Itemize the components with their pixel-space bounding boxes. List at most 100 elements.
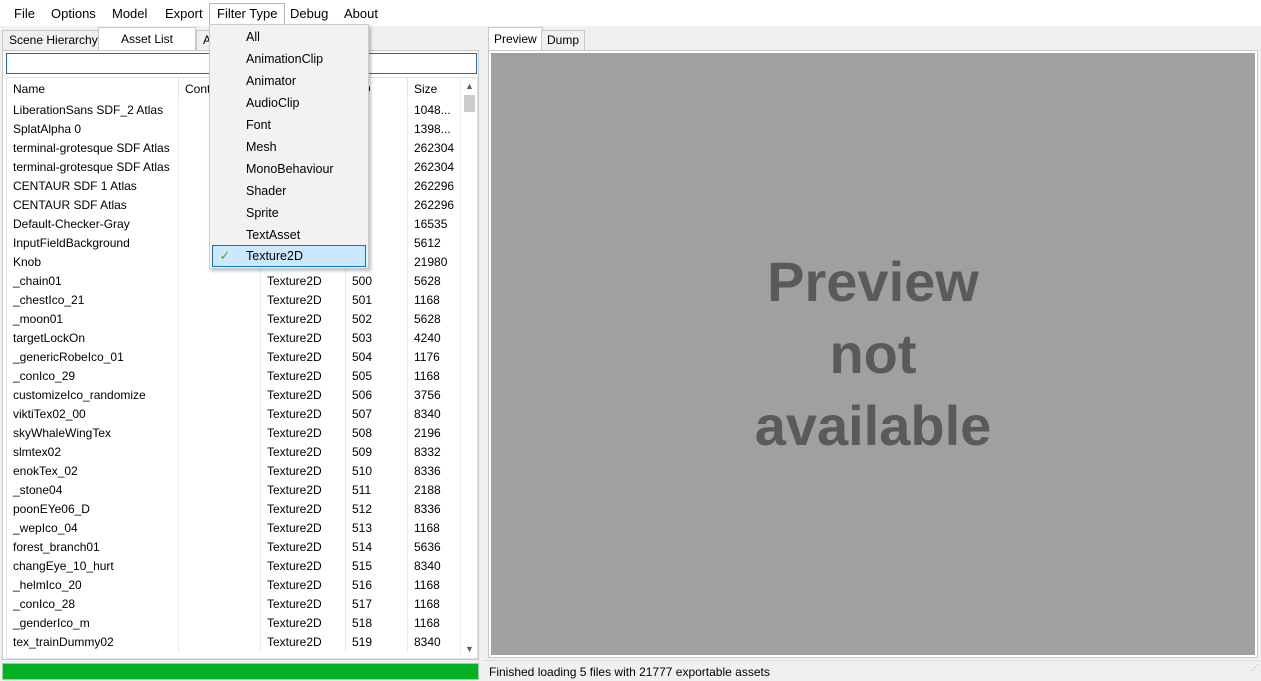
cell-name: viktiTex02_00 xyxy=(7,405,179,424)
filter-menu-item-sprite[interactable]: Sprite xyxy=(212,202,366,224)
cell-container xyxy=(179,310,261,329)
cell-name: _conIco_29 xyxy=(7,367,179,386)
cell-type: Texture2D xyxy=(261,443,346,462)
cell-name: _moon01 xyxy=(7,310,179,329)
cell-name: forest_branch01 xyxy=(7,538,179,557)
table-row[interactable]: _wepIco_04 Texture2D 513 1168 xyxy=(7,519,462,538)
cell-name: CENTAUR SDF 1 Atlas xyxy=(7,177,179,196)
vertical-scrollbar[interactable]: ▲ ▼ xyxy=(460,78,477,658)
menu-file[interactable]: File xyxy=(7,3,42,24)
scrollbar-thumb[interactable] xyxy=(464,95,475,112)
cell-type: Texture2D xyxy=(261,500,346,519)
tab-dump[interactable]: Dump xyxy=(541,30,586,50)
menu-filter-type[interactable]: Filter Type xyxy=(209,3,286,24)
table-row[interactable]: enokTex_02 Texture2D 510 8336 xyxy=(7,462,462,481)
cell-container xyxy=(179,367,261,386)
cell-name: _genderIco_m xyxy=(7,614,179,633)
cell-container xyxy=(179,519,261,538)
menu-about[interactable]: About xyxy=(337,3,385,24)
cell-size: 8332 xyxy=(408,443,462,462)
menu-options[interactable]: Options xyxy=(44,3,103,24)
resize-grip-icon[interactable]: ⋰ xyxy=(1251,657,1259,679)
table-row[interactable]: _stone04 Texture2D 511 2188 xyxy=(7,481,462,500)
cell-size: 1168 xyxy=(408,576,462,595)
cell-size: 5636 xyxy=(408,538,462,557)
filter-menu-item-animator[interactable]: Animator xyxy=(212,70,366,92)
cell-size: 3756 xyxy=(408,386,462,405)
filter-menu-item-animationclip[interactable]: AnimationClip xyxy=(212,48,366,70)
table-row[interactable]: _helmIco_20 Texture2D 516 1168 xyxy=(7,576,462,595)
filter-menu-item-label: Sprite xyxy=(246,206,279,220)
cell-type: Texture2D xyxy=(261,386,346,405)
table-row[interactable]: slmtex02 Texture2D 509 8332 xyxy=(7,443,462,462)
cell-pathid: 518 xyxy=(346,614,408,633)
cell-size: 2188 xyxy=(408,481,462,500)
cell-pathid: 506 xyxy=(346,386,408,405)
cell-container xyxy=(179,614,261,633)
scroll-up-icon[interactable]: ▲ xyxy=(461,78,477,95)
cell-pathid: 510 xyxy=(346,462,408,481)
table-row[interactable]: _conIco_29 Texture2D 505 1168 xyxy=(7,367,462,386)
right-panel: Preview Dump Preview not available xyxy=(483,27,1261,660)
cell-name: SplatAlpha 0 xyxy=(7,120,179,139)
cell-size: 8340 xyxy=(408,633,462,652)
cell-name: _wepIco_04 xyxy=(7,519,179,538)
cell-size: 1168 xyxy=(408,614,462,633)
table-row[interactable]: customizeIco_randomize Texture2D 506 3756 xyxy=(7,386,462,405)
cell-container xyxy=(179,557,261,576)
column-header-size[interactable]: Size xyxy=(408,78,462,100)
menu-export[interactable]: Export xyxy=(158,3,210,24)
table-row[interactable]: _chain01 Texture2D 500 5628 xyxy=(7,272,462,291)
cell-name: _stone04 xyxy=(7,481,179,500)
table-row[interactable]: _moon01 Texture2D 502 5628 xyxy=(7,310,462,329)
table-row[interactable]: poonEYe06_D Texture2D 512 8336 xyxy=(7,500,462,519)
cell-size: 21980 xyxy=(408,253,462,272)
column-header-name[interactable]: Name xyxy=(7,78,179,100)
filter-menu-item-audioclip[interactable]: AudioClip xyxy=(212,92,366,114)
menu-model[interactable]: Model xyxy=(105,3,154,24)
filter-menu-item-texture2d[interactable]: ✓ Texture2D xyxy=(212,245,366,267)
filter-menu-item-monobehaviour[interactable]: MonoBehaviour xyxy=(212,158,366,180)
cell-type: Texture2D xyxy=(261,424,346,443)
table-row[interactable]: targetLockOn Texture2D 503 4240 xyxy=(7,329,462,348)
cell-type: Texture2D xyxy=(261,272,346,291)
table-row[interactable]: forest_branch01 Texture2D 514 5636 xyxy=(7,538,462,557)
cell-pathid: 509 xyxy=(346,443,408,462)
table-row[interactable]: _conIco_28 Texture2D 517 1168 xyxy=(7,595,462,614)
filter-menu-item-textasset[interactable]: TextAsset xyxy=(212,224,366,246)
scroll-down-icon[interactable]: ▼ xyxy=(461,641,477,658)
cell-pathid: 512 xyxy=(346,500,408,519)
filter-menu-item-mesh[interactable]: Mesh xyxy=(212,136,366,158)
cell-size: 1168 xyxy=(408,367,462,386)
cell-name: _chestIco_21 xyxy=(7,291,179,310)
tab-preview[interactable]: Preview xyxy=(488,27,543,50)
tab-asset-classes[interactable]: A xyxy=(196,30,211,50)
cell-container xyxy=(179,481,261,500)
cell-size: 8336 xyxy=(408,462,462,481)
table-row[interactable]: _genericRobeIco_01 Texture2D 504 1176 xyxy=(7,348,462,367)
preview-unavailable-message: Preview not available xyxy=(723,246,1023,462)
filter-menu-item-label: AudioClip xyxy=(246,96,300,110)
tab-scene-hierarchy[interactable]: Scene Hierarchy xyxy=(2,30,105,50)
cell-pathid: 502 xyxy=(346,310,408,329)
cell-size: 5612 xyxy=(408,234,462,253)
table-row[interactable]: _chestIco_21 Texture2D 501 1168 xyxy=(7,291,462,310)
filter-menu-item-shader[interactable]: Shader xyxy=(212,180,366,202)
cell-container xyxy=(179,462,261,481)
filter-menu-item-all[interactable]: All xyxy=(212,26,366,48)
cell-size: 262304 xyxy=(408,158,462,177)
cell-name: changEye_10_hurt xyxy=(7,557,179,576)
tab-asset-list[interactable]: Asset List xyxy=(98,27,196,50)
menu-debug[interactable]: Debug xyxy=(283,3,335,24)
table-row[interactable]: tex_trainDummy02 Texture2D 519 8340 xyxy=(7,633,462,652)
table-row[interactable]: skyWhaleWingTex Texture2D 508 2196 xyxy=(7,424,462,443)
cell-name: terminal-grotesque SDF Atlas xyxy=(7,139,179,158)
cell-type: Texture2D xyxy=(261,405,346,424)
filter-menu-item-font[interactable]: Font xyxy=(212,114,366,136)
table-row[interactable]: viktiTex02_00 Texture2D 507 8340 xyxy=(7,405,462,424)
table-row[interactable]: changEye_10_hurt Texture2D 515 8340 xyxy=(7,557,462,576)
cell-pathid: 504 xyxy=(346,348,408,367)
table-row[interactable]: _genderIco_m Texture2D 518 1168 xyxy=(7,614,462,633)
cell-size: 5628 xyxy=(408,272,462,291)
cell-type: Texture2D xyxy=(261,291,346,310)
